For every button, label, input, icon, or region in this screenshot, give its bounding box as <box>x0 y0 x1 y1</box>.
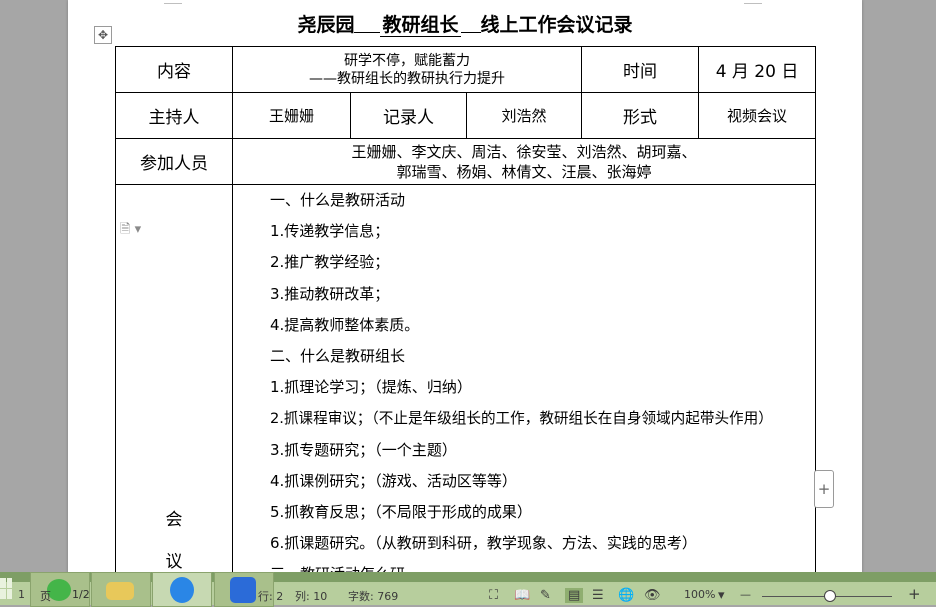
title-suffix: 线上工作会议记录 <box>480 14 633 36</box>
zoom-out-button[interactable]: — <box>740 588 751 601</box>
page-corner-mark-right <box>744 0 762 4</box>
phone-icon <box>170 577 194 603</box>
format-label: 形式 <box>581 92 700 139</box>
table-row: 参加人员 王姗姗、李文庆、周洁、徐安莹、刘浩然、胡珂嘉、 郭瑞雪、杨娟、林倩文、… <box>115 138 817 185</box>
participants-line-2: 郭瑞雪、杨娟、林倩文、汪晨、张海婷 <box>396 162 652 181</box>
zoom-in-button[interactable]: + <box>908 585 921 603</box>
zoom-slider-knob[interactable] <box>824 590 836 602</box>
windows-start-icon[interactable] <box>0 575 14 601</box>
table-row: 会 议 一、什么是教研活动 1.传递教学信息； 2.推广教学经验； 3.推动教研… <box>115 184 817 582</box>
content-line: 一、什么是教研活动 <box>270 191 406 209</box>
status-column: 列: 10 <box>295 590 328 603</box>
topic-line-2: ——教研组长的教研执行力提升 <box>309 70 506 87</box>
host-value[interactable]: 王姗姗 <box>232 92 351 139</box>
page-corner-mark-left <box>164 0 182 4</box>
zoom-level[interactable]: 100% <box>684 588 715 601</box>
document-page: ✥ 尧辰园 教研组长 线上工作会议记录 🗎 ▾ 内容 研学不停，赋能蓄力 ——教研组… <box>68 0 862 582</box>
edit-pen-icon[interactable]: ✎ <box>540 588 551 603</box>
format-value[interactable]: 视频会议 <box>698 92 817 139</box>
title-middle: 教研组长 <box>380 14 461 37</box>
web-view-icon[interactable]: 🌐 <box>618 588 634 603</box>
taskbar-phone-button[interactable] <box>152 572 212 607</box>
topic-cell[interactable]: 研学不停，赋能蓄力 ——教研组长的教研执行力提升 <box>231 46 583 93</box>
document-title: 尧辰园 教研组长 线上工作会议记录 <box>68 10 862 37</box>
time-value[interactable]: 4 月 20 日 <box>698 46 817 93</box>
side-label-char-2: 议 <box>165 552 183 572</box>
table-row: 主持人 王姗姗 记录人 刘浩然 形式 视频会议 <box>115 92 817 139</box>
status-page-number: 1 <box>18 588 25 601</box>
meeting-side-label-cell: 会 议 <box>115 184 233 582</box>
content-line: 4.抓课例研究；（游戏、活动区等等） <box>270 471 517 490</box>
content-line: 1.抓理论学习；（提炼、归纳） <box>270 378 472 397</box>
folder-icon <box>106 582 134 600</box>
participants-line-1: 王姗姗、李文庆、周洁、徐安莹、刘浩然、胡珂嘉、 <box>351 142 697 161</box>
wps-icon <box>230 577 256 603</box>
page-view-icon[interactable]: ▤ <box>565 588 584 603</box>
time-label: 时间 <box>581 46 700 93</box>
content-line: 5.抓教育反思；（不局限于形成的成果） <box>270 502 532 521</box>
meeting-content-cell[interactable]: 一、什么是教研活动 1.传递教学信息； 2.推广教学经验； 3.推动教研改革； … <box>231 184 817 582</box>
participants-label: 参加人员 <box>115 138 233 185</box>
reading-mode-icon[interactable]: 📖 <box>514 588 530 603</box>
content-line: 3.抓专题研究；（一个主题） <box>270 440 457 459</box>
title-prefix: 尧辰园 <box>297 14 355 36</box>
content-label: 内容 <box>115 46 233 93</box>
content-line: 二、什么是教研组长 <box>270 346 406 365</box>
side-label-char-1: 会 <box>165 510 183 530</box>
recorder-label: 记录人 <box>350 92 467 139</box>
taskbar-files-button[interactable] <box>91 572 151 607</box>
status-page-count: 1/2 <box>72 588 90 601</box>
title-blank-underline <box>354 14 381 33</box>
content-line: 6.抓课题研究。（从教研到科研，教学现象、方法、实践的思考） <box>270 534 697 553</box>
outline-view-icon[interactable]: ☰ <box>592 588 604 603</box>
zoom-dropdown-icon[interactable]: ▾ <box>718 588 725 603</box>
content-line: 2.抓课程审议；（不止是年级组长的工作，教研组长在自身领域内起带头作用） <box>270 410 773 428</box>
status-row: 行: 2 <box>258 590 284 603</box>
status-word-count: 字数: 769 <box>348 590 399 603</box>
meeting-record-table: 内容 研学不停，赋能蓄力 ——教研组长的教研执行力提升 时间 4 月 20 日 … <box>115 46 817 582</box>
fullscreen-icon[interactable]: ⛶ <box>489 588 498 603</box>
content-line: 2.推广教学经验； <box>270 253 390 272</box>
host-label: 主持人 <box>115 92 233 139</box>
title-blank-underline-2 <box>460 14 481 33</box>
add-row-plus-button[interactable]: + <box>814 470 834 508</box>
eye-protect-icon[interactable]: 👁 <box>644 588 661 603</box>
topic-line-1: 研学不停，赋能蓄力 <box>344 52 471 69</box>
status-page-frag: 页 <box>40 590 51 603</box>
participants-cell[interactable]: 王姗姗、李文庆、周洁、徐安莹、刘浩然、胡珂嘉、 郭瑞雪、杨娟、林倩文、汪晨、张海… <box>231 138 817 185</box>
table-row: 内容 研学不停，赋能蓄力 ——教研组长的教研执行力提升 时间 4 月 20 日 <box>115 46 817 93</box>
recorder-value[interactable]: 刘浩然 <box>465 92 583 139</box>
content-line: 3.推动教研改革； <box>270 284 390 303</box>
content-line: 4.提高教师整体素质。 <box>270 315 420 334</box>
content-line: 1.传递教学信息； <box>270 222 390 241</box>
